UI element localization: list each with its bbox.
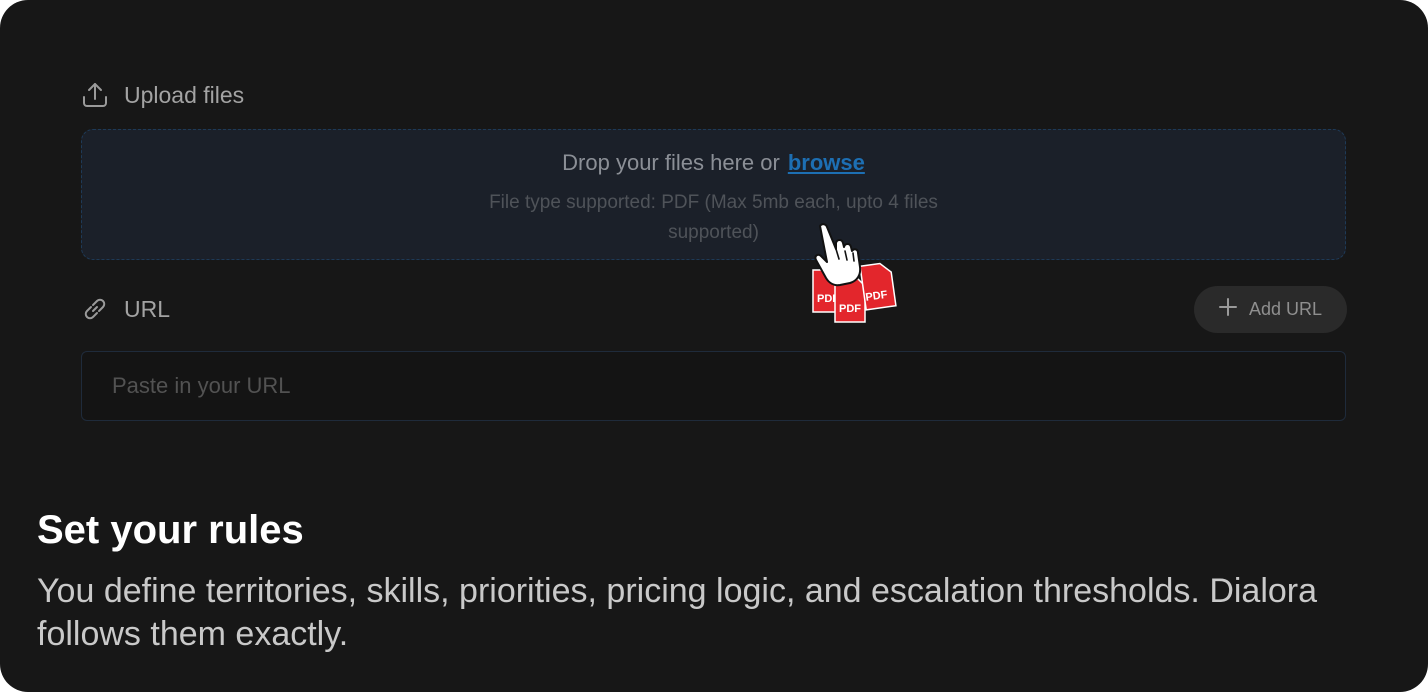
url-section-label: URL xyxy=(80,294,170,324)
upload-icon xyxy=(80,80,110,110)
browse-link[interactable]: browse xyxy=(788,150,865,175)
pdf-badge-2: PDF xyxy=(839,303,861,315)
feature-description: You define territories, skills, prioriti… xyxy=(37,572,1318,653)
url-label-text: URL xyxy=(124,295,171,322)
file-dropzone[interactable]: Drop your files here or browse File type … xyxy=(81,129,1346,260)
upload-section-label: Upload files xyxy=(80,80,244,110)
link-icon xyxy=(80,294,110,324)
pdf-drag-illustration: PDF PDF PDF xyxy=(808,218,900,333)
feature-title: Set your rules xyxy=(37,508,304,552)
dropzone-prompt-text: Drop your files here or xyxy=(562,150,780,175)
plus-icon xyxy=(1218,298,1237,321)
dropzone-prompt: Drop your files here or browse xyxy=(82,150,1345,176)
url-input[interactable]: Paste in your URL xyxy=(81,351,1346,421)
upload-label-text: Upload files xyxy=(124,81,245,108)
pdf-file-icon: PDF xyxy=(859,262,897,311)
add-url-label: Add URL xyxy=(1248,299,1323,319)
add-url-button[interactable]: Add URL xyxy=(1194,286,1347,333)
feature-card: Upload files Drop your files here or brow… xyxy=(0,0,1428,692)
url-input-placeholder: Paste in your URL xyxy=(112,373,291,398)
